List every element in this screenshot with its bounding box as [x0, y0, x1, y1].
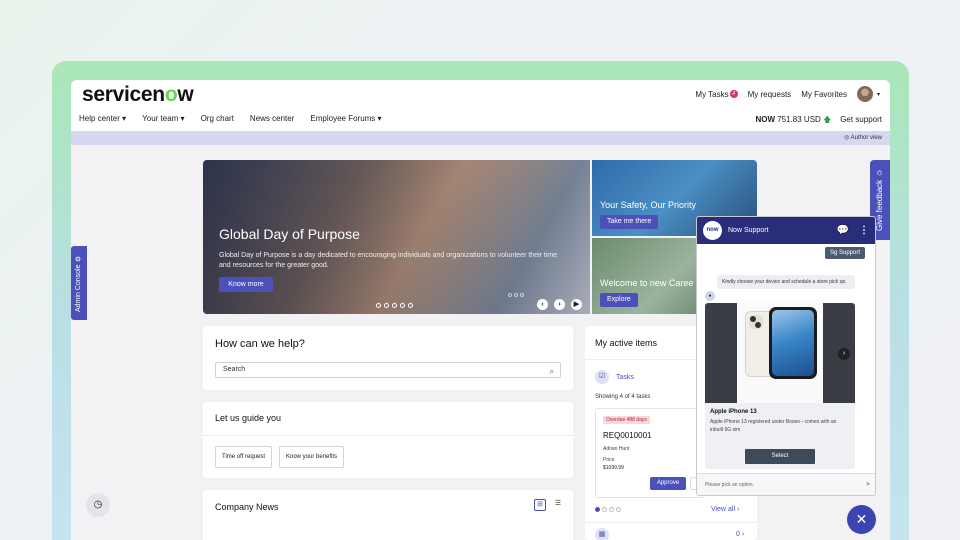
- tasks-label[interactable]: Tasks: [616, 374, 634, 381]
- career-title: Welcome to new Caree: [600, 278, 694, 288]
- chat-window: now Now Support 💬 ⋮ Sg Support Kindly ch…: [696, 216, 876, 496]
- author-view-bar[interactable]: ◎ Author view: [71, 131, 890, 145]
- nav-news-center[interactable]: News center: [250, 114, 294, 123]
- my-requests-link[interactable]: My requests: [748, 90, 792, 99]
- next-product-icon[interactable]: ›: [838, 348, 850, 360]
- carousel-dots[interactable]: [376, 303, 416, 308]
- search-input[interactable]: Search ⌕: [215, 362, 561, 378]
- side-carousel-dots[interactable]: [508, 293, 526, 297]
- top-links: My Tasks 4 My requests My Favorites ▾: [685, 86, 880, 102]
- hero-title: Global Day of Purpose: [219, 226, 360, 242]
- servicenow-logo[interactable]: servicenow: [82, 83, 194, 107]
- company-news-card: Company News ⊞ ☰: [203, 490, 573, 540]
- product-name: Apple iPhone 13: [710, 409, 757, 415]
- grid-view-icon[interactable]: ⊞: [534, 499, 546, 511]
- clock-icon[interactable]: ◷: [86, 493, 110, 517]
- view-all-link[interactable]: View all ›: [711, 506, 739, 513]
- bot-avatar-icon: ●: [705, 291, 715, 301]
- time-off-request-button[interactable]: Time off request: [215, 446, 273, 468]
- product-description: Apple iPhone 13 registered under Boseo -…: [710, 419, 837, 433]
- guide-card: Let us guide you Time off request Know y…: [203, 402, 573, 478]
- divider: [203, 435, 573, 436]
- explore-button[interactable]: Explore: [600, 293, 638, 307]
- list-view-icon[interactable]: ☰: [552, 499, 564, 511]
- price-value: $1099.99: [603, 465, 624, 471]
- carousel-controls: ‹ › ▶: [537, 299, 588, 310]
- approve-button[interactable]: Approve: [650, 477, 686, 490]
- product-card: › Apple iPhone 13 Apple iPhone 13 regist…: [705, 303, 855, 469]
- know-more-button[interactable]: Know more: [219, 277, 273, 292]
- view-toggle: ⊞ ☰: [534, 499, 570, 511]
- request-number: REQ0010001: [603, 431, 652, 440]
- approvals-count[interactable]: 0 ›: [736, 531, 744, 538]
- divider: [585, 522, 757, 523]
- admin-console-tab[interactable]: Admin Console ⚙: [71, 246, 87, 320]
- help-title: How can we help?: [215, 338, 305, 350]
- now-logo-icon: now: [703, 221, 722, 240]
- nav-org-chart[interactable]: Org chart: [201, 114, 234, 123]
- main-nav: Help center ▾ Your team ▾ Org chart News…: [79, 114, 398, 123]
- requester-name: Adrian Hunt: [603, 446, 630, 452]
- guide-title: Let us guide you: [215, 413, 282, 423]
- help-card: How can we help? Search ⌕: [203, 326, 573, 390]
- price-label: Price: [603, 457, 615, 463]
- tasks-icon: ☑: [595, 370, 609, 384]
- more-options-icon[interactable]: ⋮: [859, 225, 869, 236]
- phone-front-image: [769, 307, 817, 379]
- task-card[interactable]: Overdue 488 days REQ0010001 Adrian Hunt …: [595, 408, 705, 498]
- get-support-link[interactable]: Get support: [840, 115, 882, 124]
- search-icon[interactable]: ⌕: [550, 365, 554, 379]
- my-favorites-link[interactable]: My Favorites: [801, 90, 847, 99]
- overdue-badge: Overdue 488 days: [603, 416, 650, 424]
- news-title: Company News: [215, 502, 279, 512]
- task-pager[interactable]: [595, 507, 623, 512]
- my-tasks-link[interactable]: My Tasks 4: [695, 89, 738, 99]
- hero-main-banner: Global Day of Purpose Global Day of Purp…: [203, 160, 590, 314]
- avatar-chevron-down-icon[interactable]: ▾: [877, 91, 880, 98]
- showing-count: Showing 4 of 4 tasks: [595, 394, 651, 400]
- know-your-benefits-button[interactable]: Know your benefits: [279, 446, 345, 468]
- nav-your-team[interactable]: Your team ▾: [142, 114, 184, 123]
- hero-carousel: Global Day of Purpose Global Day of Purp…: [203, 160, 757, 314]
- safety-title: Your Safety, Our Priority: [600, 200, 697, 210]
- send-icon[interactable]: ➤: [865, 474, 871, 495]
- select-button[interactable]: Select: [745, 449, 815, 464]
- chat-header: now Now Support 💬 ⋮: [697, 217, 875, 244]
- play-icon[interactable]: ▶: [571, 299, 582, 310]
- bot-message: Kindly choose your device and schedule a…: [717, 275, 855, 289]
- product-image: ›: [705, 303, 855, 403]
- calendar-icon: ▦: [595, 528, 609, 540]
- nav-help-center[interactable]: Help center ▾: [79, 114, 126, 123]
- active-items-title: My active items: [595, 338, 658, 348]
- hero-description: Global Day of Purpose is a day dedicated…: [219, 252, 558, 269]
- stock-up-icon: 🡅: [823, 115, 832, 124]
- stock-ticker: NOW 751.83 USD 🡅 Get support: [755, 115, 882, 124]
- user-avatar[interactable]: [856, 86, 873, 102]
- next-icon[interactable]: ›: [554, 299, 565, 310]
- prev-icon[interactable]: ‹: [537, 299, 548, 310]
- tasks-badge: 4: [729, 89, 738, 98]
- user-message: Sg Support: [824, 247, 865, 259]
- top-bar: servicenow My Tasks 4 My requests My Favo…: [71, 80, 890, 131]
- chat-input[interactable]: Please pick an option. ➤: [697, 473, 875, 495]
- chat-bubble-icon[interactable]: 💬: [837, 225, 849, 236]
- close-chat-icon[interactable]: ✕: [847, 505, 876, 534]
- take-me-there-button[interactable]: Take me there: [600, 215, 659, 229]
- chat-title: Now Support: [728, 227, 769, 234]
- nav-employee-forums[interactable]: Employee Forums ▾: [310, 114, 381, 123]
